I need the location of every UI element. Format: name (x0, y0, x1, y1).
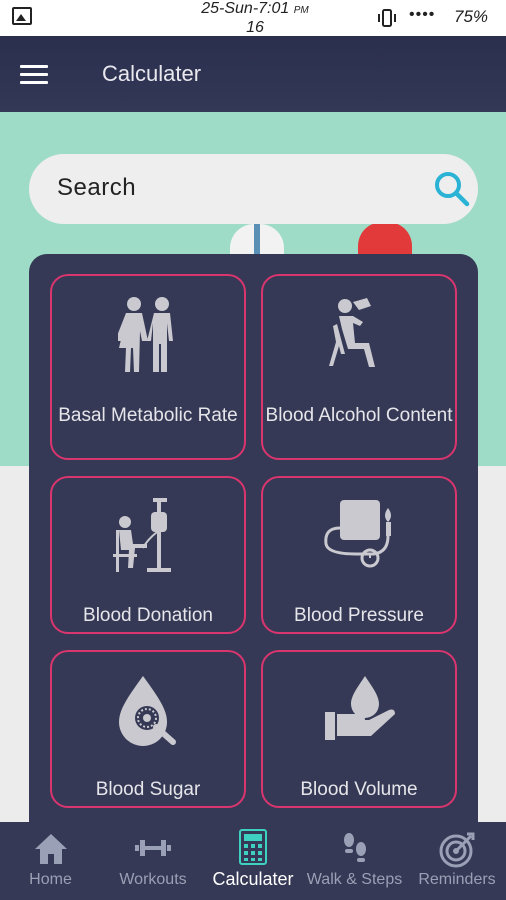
tile-blood-donation[interactable]: Blood Donation (50, 476, 246, 634)
search-placeholder: Search (57, 174, 137, 201)
nav-label: Calculater (212, 869, 294, 889)
nav-home[interactable]: Home (0, 822, 101, 900)
vibrate-icon (378, 9, 396, 27)
tile-label: Blood Sugar (95, 779, 201, 800)
battery-level: 75% (454, 7, 489, 26)
tile-basal-metabolic-rate[interactable]: Basal Metabolic Rate (50, 274, 246, 460)
tile-blood-pressure[interactable]: Blood Pressure (261, 476, 457, 634)
nav-label: Reminders (418, 871, 496, 888)
tile-label: Blood Donation (83, 605, 213, 626)
hamburger-icon[interactable] (20, 65, 48, 85)
nav-label: Workouts (119, 871, 187, 888)
tile-blood-volume[interactable]: Blood Volume (261, 650, 457, 808)
dumbbell-icon (135, 840, 171, 856)
tile-blood-alcohol-content[interactable]: Blood Alcohol Content (261, 274, 457, 460)
nav-calculater[interactable]: Calculater (205, 822, 301, 900)
tile-label: Basal Metabolic Rate (58, 405, 238, 426)
target-icon (439, 832, 475, 868)
signal-dots: •••• (409, 6, 436, 23)
calculator-icon (239, 829, 267, 865)
nav-label: Walk & Steps (306, 871, 403, 888)
tile-label: Blood Pressure (294, 605, 424, 626)
app-bar: Calculater (0, 36, 506, 112)
nav-workouts[interactable]: Workouts (101, 822, 205, 900)
search-bar[interactable]: Search (29, 154, 478, 224)
tile-blood-sugar[interactable]: Blood Sugar (50, 650, 246, 808)
calculator-panel: Basal Metabolic Rate Blood Alcohol Conte… (29, 254, 478, 834)
nav-walk-steps[interactable]: Walk & Steps (301, 822, 408, 900)
nav-reminders[interactable]: Reminders (408, 822, 506, 900)
couple-icon (118, 297, 173, 372)
nav-label: Home (29, 871, 72, 888)
blood-pressure-icon (324, 500, 391, 568)
footsteps-icon (343, 833, 366, 862)
drinking-person-icon (329, 298, 375, 367)
bottom-navigation: Home Workouts Calculater Walk & Steps Re… (0, 822, 506, 900)
gallery-icon (12, 7, 32, 25)
blood-drop-magnifier-icon (119, 676, 176, 746)
tile-label: Blood Volume (300, 779, 418, 800)
page-title: Calculater (102, 61, 202, 86)
tile-label: Blood Alcohol Content (265, 405, 453, 426)
blood-donation-icon (113, 498, 171, 572)
status-time: 25-Sun-7:01 PM 16 (201, 0, 309, 36)
search-icon[interactable] (433, 170, 471, 208)
home-icon (34, 834, 67, 864)
status-bar: 25-Sun-7:01 PM 16 •••• 75% (0, 0, 506, 36)
hand-drop-icon (325, 676, 395, 740)
